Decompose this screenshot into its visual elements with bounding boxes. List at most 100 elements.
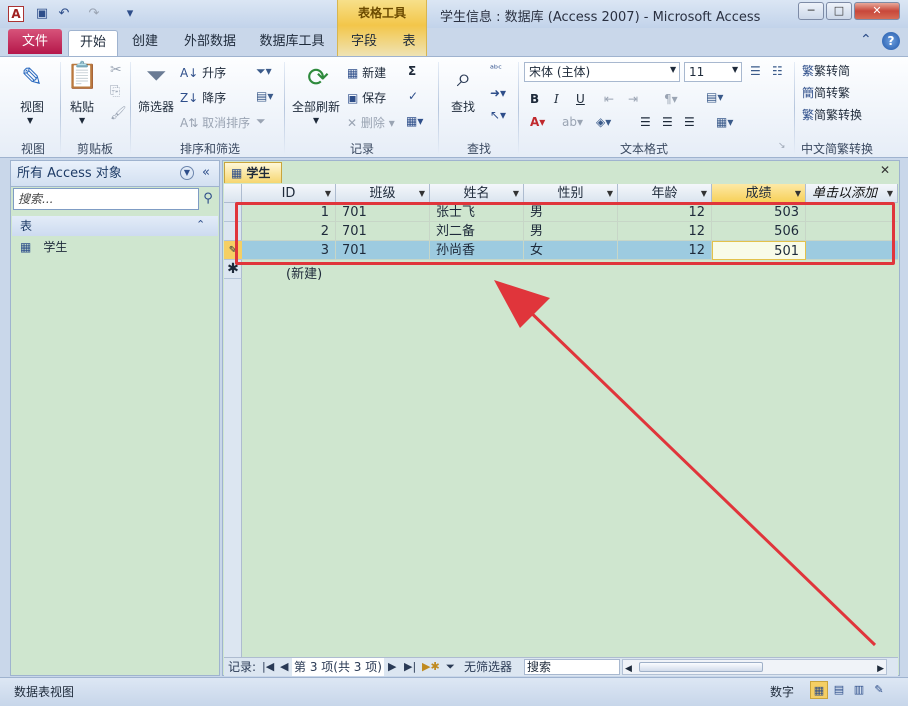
column-dropdown-icon[interactable]: ▼: [419, 184, 425, 203]
find-button[interactable]: 查找: [451, 98, 475, 115]
font-name-combo[interactable]: 宋体 (主体): [524, 62, 680, 82]
collapse-ribbon-icon[interactable]: ⌃: [860, 32, 872, 48]
access-app-icon[interactable]: A: [8, 6, 24, 22]
last-record-icon[interactable]: ▶|: [404, 658, 416, 676]
close-document-icon[interactable]: ✕: [880, 163, 890, 177]
align-center-icon[interactable]: ☰: [662, 115, 673, 129]
italic-button[interactable]: I: [554, 92, 559, 106]
tab-external-data[interactable]: 外部数据: [178, 30, 242, 56]
tab-table[interactable]: 表: [394, 30, 424, 56]
refresh-all-button[interactable]: 全部刷新: [292, 98, 340, 115]
nav-item-students-table[interactable]: ▦ 学生: [20, 237, 210, 257]
column-dropdown-icon[interactable]: ▼: [513, 184, 519, 203]
column-header-id[interactable]: ID ▼: [242, 184, 336, 203]
decrease-indent-icon[interactable]: ⇤: [604, 92, 614, 106]
selection-filter-icon[interactable]: ⏷▾: [256, 64, 272, 79]
text-direction-icon[interactable]: ¶▾: [664, 92, 678, 106]
paste-dropdown-icon[interactable]: ▼: [79, 116, 85, 125]
record-search-input[interactable]: 搜索: [524, 659, 620, 675]
design-view-icon[interactable]: ✎: [870, 681, 888, 699]
traditional-to-simplified-button[interactable]: 繁转简: [814, 64, 850, 78]
previous-record-icon[interactable]: ◀: [280, 658, 288, 676]
align-left-icon[interactable]: ☰: [640, 115, 651, 129]
select-all-corner[interactable]: [224, 184, 242, 203]
cut-icon[interactable]: ✂: [110, 62, 122, 78]
underline-button[interactable]: U: [576, 92, 585, 106]
redo-icon[interactable]: ↷: [86, 6, 102, 22]
nav-search-input[interactable]: 搜索...: [13, 188, 199, 210]
sort-descending-button[interactable]: 降序: [202, 91, 226, 105]
sort-ascending-button[interactable]: 升序: [202, 66, 226, 80]
document-tab-students[interactable]: ▦ 学生: [224, 162, 282, 183]
font-color-icon[interactable]: A▾: [530, 115, 545, 129]
column-header-score[interactable]: 成绩 ▼: [712, 184, 806, 203]
nav-section-tables[interactable]: 表: [12, 216, 218, 236]
column-header-name[interactable]: 姓名 ▼: [430, 184, 524, 203]
dialog-launcher-icon[interactable]: ↘: [778, 141, 786, 151]
tab-fields[interactable]: 字段: [344, 30, 384, 56]
clear-sort-button[interactable]: 取消排序: [202, 116, 250, 130]
next-record-icon[interactable]: ▶: [388, 658, 396, 676]
new-blank-record-icon[interactable]: ▶✱: [422, 658, 440, 676]
gridlines-icon[interactable]: ▤▾: [706, 90, 723, 104]
font-size-dropdown-icon[interactable]: ▼: [732, 65, 738, 74]
bold-button[interactable]: B: [530, 92, 539, 106]
bullets-icon[interactable]: ☰: [750, 64, 761, 78]
increase-indent-icon[interactable]: ⇥: [628, 92, 638, 106]
paste-button[interactable]: 粘贴: [70, 98, 94, 115]
toggle-filter-icon[interactable]: ⏷: [256, 114, 266, 129]
column-dropdown-icon[interactable]: ▼: [795, 184, 801, 203]
fill-color-icon[interactable]: ◈▾: [596, 115, 611, 129]
shutter-bar-close-icon[interactable]: «: [202, 165, 210, 180]
new-record-button[interactable]: 新建: [362, 66, 386, 80]
tab-create[interactable]: 创建: [124, 30, 166, 56]
advanced-filter-icon[interactable]: ▤▾: [256, 89, 273, 103]
current-record-field[interactable]: 第 3 项(共 3 项): [292, 658, 384, 676]
simplified-to-traditional-button[interactable]: 简转繁: [814, 86, 850, 100]
delete-record-button[interactable]: 删除: [361, 116, 385, 130]
totals-icon[interactable]: Σ: [408, 64, 416, 78]
highlight-color-icon[interactable]: ab▾: [562, 115, 583, 129]
help-icon[interactable]: ?: [882, 32, 900, 50]
scroll-left-icon[interactable]: ◀: [625, 660, 632, 678]
more-records-icon[interactable]: ▦▾: [406, 114, 423, 128]
tab-database-tools[interactable]: 数据库工具: [254, 30, 330, 56]
view-dropdown-icon[interactable]: ▼: [27, 116, 33, 125]
replace-icon[interactable]: ᵃᵇᶜ: [490, 64, 502, 75]
close-window-button[interactable]: ✕: [854, 2, 900, 20]
nav-menu-dropdown-icon[interactable]: ▼: [180, 166, 194, 180]
pivottable-view-icon[interactable]: ▤: [830, 681, 848, 699]
column-header-age[interactable]: 年龄 ▼: [618, 184, 712, 203]
maximize-button[interactable]: □: [826, 2, 852, 20]
tab-file[interactable]: 文件: [8, 29, 62, 54]
column-dropdown-icon[interactable]: ▼: [887, 184, 893, 203]
column-header-gender[interactable]: 性别 ▼: [524, 184, 618, 203]
click-to-add-column[interactable]: 单击以添加 ▼: [806, 184, 898, 203]
column-dropdown-icon[interactable]: ▼: [701, 184, 707, 203]
filter-button[interactable]: 筛选器: [138, 98, 174, 115]
horizontal-scrollbar[interactable]: ◀ ▶: [622, 659, 887, 675]
numbering-icon[interactable]: ☷: [772, 64, 783, 78]
tab-home[interactable]: 开始: [68, 30, 118, 56]
select-icon[interactable]: ↖▾: [490, 108, 506, 122]
pivotchart-view-icon[interactable]: ▥: [850, 681, 868, 699]
view-button[interactable]: 视图: [20, 98, 44, 115]
undo-icon[interactable]: ↶: [56, 6, 72, 22]
customize-quick-access-icon[interactable]: ▾: [122, 6, 138, 22]
font-name-dropdown-icon[interactable]: ▼: [670, 65, 676, 74]
alternate-row-color-icon[interactable]: ▦▾: [716, 115, 733, 129]
datasheet-view-icon[interactable]: ▦: [810, 681, 828, 699]
scroll-right-icon[interactable]: ▶: [877, 660, 884, 678]
save-icon[interactable]: ▣: [34, 6, 50, 22]
align-right-icon[interactable]: ☰: [684, 115, 695, 129]
column-dropdown-icon[interactable]: ▼: [325, 184, 331, 203]
spelling-icon[interactable]: ✓: [408, 89, 418, 103]
column-header-class[interactable]: 班级 ▼: [336, 184, 430, 203]
simplified-traditional-convert-button[interactable]: 简繁转换: [814, 108, 862, 122]
filter-status-button[interactable]: 无筛选器: [464, 658, 512, 676]
first-record-icon[interactable]: |◀: [262, 658, 274, 676]
save-record-button[interactable]: 保存: [362, 91, 386, 105]
search-icon[interactable]: ⚲: [199, 188, 217, 210]
format-painter-icon[interactable]: 🖌: [110, 106, 127, 121]
column-dropdown-icon[interactable]: ▼: [607, 184, 613, 203]
